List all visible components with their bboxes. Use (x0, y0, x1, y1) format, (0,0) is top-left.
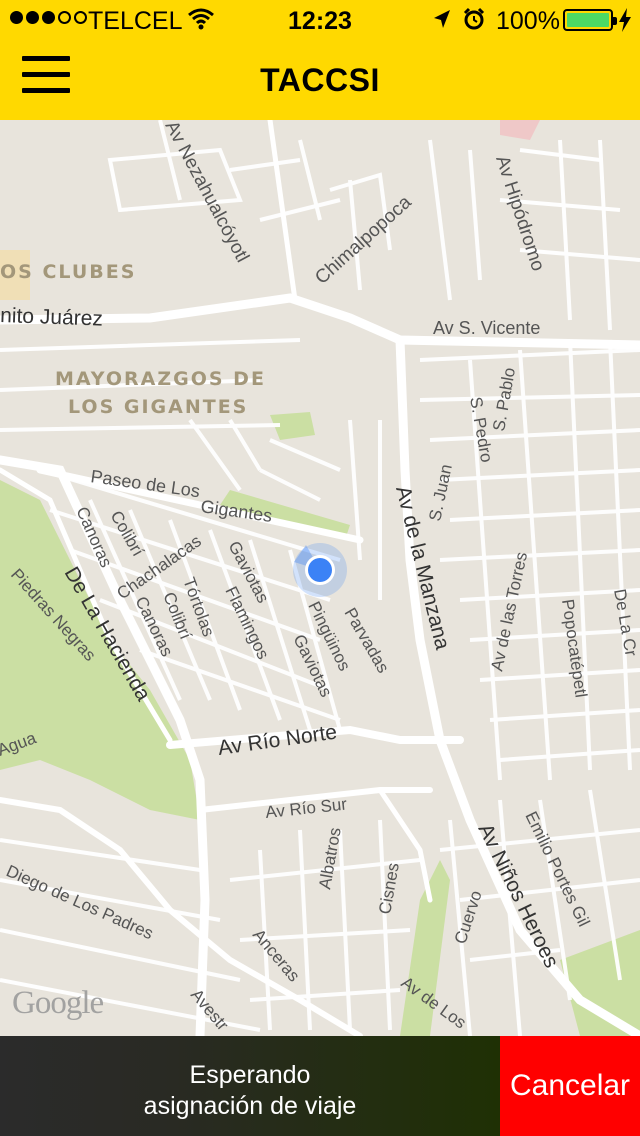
map-canvas: Av Nezahualcóyotl Chimalpopoca Av Hipódr… (0, 120, 640, 1036)
location-arrow-icon (432, 8, 452, 37)
street-label: Chimalpopoca (311, 192, 416, 289)
navigation-bar: TACCSI (0, 40, 640, 120)
street-label: Avestr (187, 985, 233, 1034)
trip-status-line2: asignación de viaje (143, 1092, 357, 1120)
status-bar: TELCEL 12:23 100% (0, 0, 640, 40)
landmark-area (500, 120, 540, 140)
map-view[interactable]: Av Nezahualcóyotl Chimalpopoca Av Hipódr… (0, 120, 640, 1036)
trip-status-line1: Esperando (189, 1061, 311, 1089)
google-logo: Google (12, 985, 104, 1021)
street-label: S. Juan (425, 462, 456, 522)
neighborhood-label: OS CLUBES (0, 261, 136, 283)
park-area (560, 930, 640, 1036)
battery-icon (563, 9, 617, 31)
street-label: Av Río Norte (216, 720, 338, 759)
street-label: Canoras (72, 504, 115, 570)
charging-bolt-icon (618, 8, 632, 39)
current-location-marker (293, 543, 347, 597)
street-label: Cisnes (375, 861, 403, 915)
alarm-icon (462, 7, 486, 38)
battery-percent: 100% (496, 7, 560, 35)
app-title: TACCSI (260, 62, 380, 98)
app-screen: TELCEL 12:23 100% TACCSI Av Nezahualcóyo… (0, 0, 640, 1136)
neighborhood-label: MAYORAZGOS DE (55, 368, 266, 390)
street-label: De La Cr (610, 587, 640, 658)
street-label: Av S. Vicente (433, 318, 540, 338)
cancel-button[interactable]: Cancelar (500, 1036, 640, 1136)
street-label: Av Hipódromo (491, 153, 548, 274)
street-label: nito Juárez (0, 304, 103, 331)
neighborhood-label: LOS GIGANTES (68, 396, 248, 418)
street-label: Av de las Torres (487, 550, 531, 673)
bottom-bar: Esperando asignación de viaje Cancelar (0, 1036, 640, 1136)
trip-status-panel: Esperando asignación de viaje (0, 1036, 500, 1136)
